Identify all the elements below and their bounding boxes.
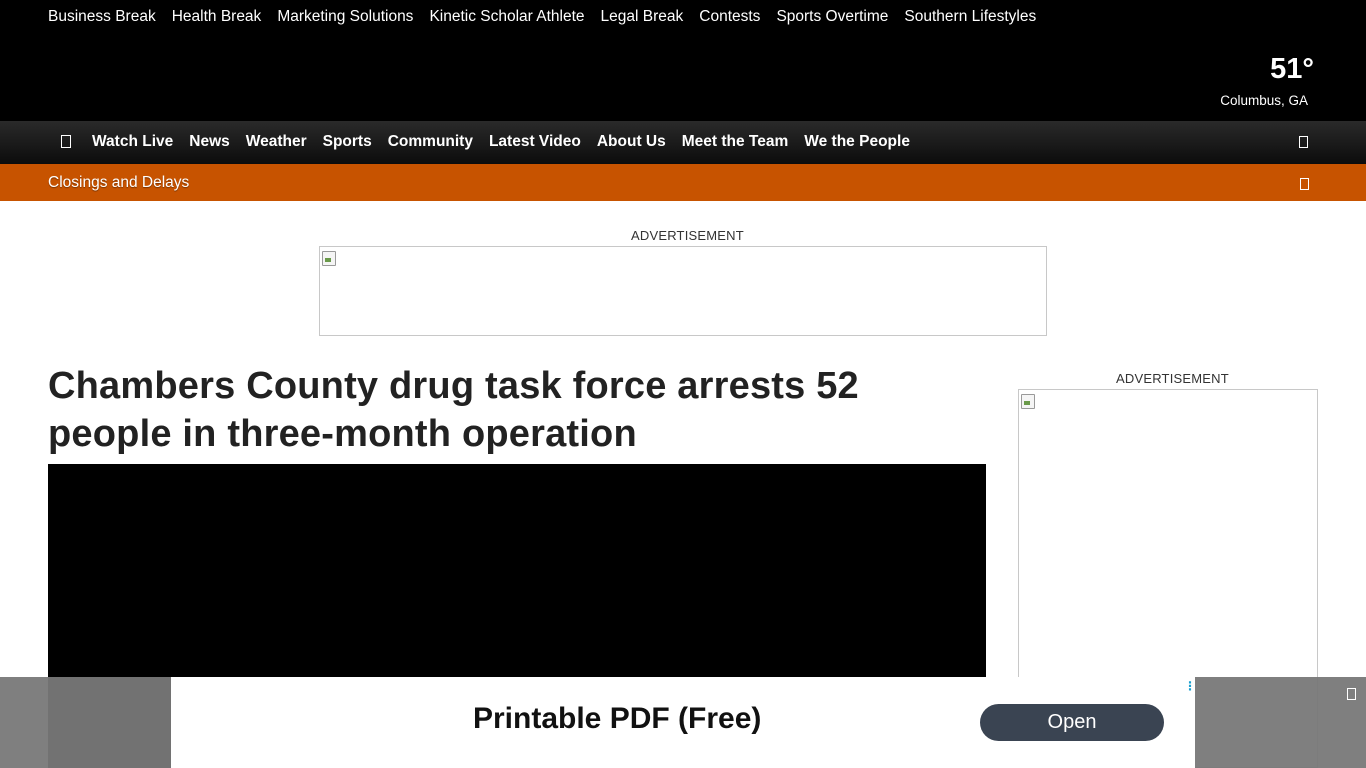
side-ad-label: ADVERTISEMENT (1116, 371, 1229, 386)
sticky-ad-title[interactable]: Printable PDF (Free) (473, 701, 761, 737)
nav-sports[interactable]: Sports (323, 132, 372, 152)
top-ad-label: ADVERTISEMENT (631, 228, 744, 243)
top-link-health-break[interactable]: Health Break (172, 7, 262, 27)
nav-weather[interactable]: Weather (246, 132, 307, 152)
search-icon[interactable] (1299, 135, 1308, 153)
top-link-sports-overtime[interactable]: Sports Overtime (776, 7, 888, 27)
nav-about-us[interactable]: About Us (597, 132, 666, 152)
top-link-legal-break[interactable]: Legal Break (601, 7, 684, 27)
nav-news[interactable]: News (189, 132, 230, 152)
weather-widget[interactable]: 51° Columbus, GA (1220, 52, 1314, 110)
top-link-marketing-solutions[interactable]: Marketing Solutions (277, 7, 413, 27)
broken-image-icon (321, 250, 337, 266)
nav-watch-live[interactable]: Watch Live (92, 132, 173, 152)
menu-icon[interactable] (61, 135, 71, 148)
top-link-southern-lifestyles[interactable]: Southern Lifestyles (904, 7, 1036, 27)
weather-temperature: 51° (1270, 53, 1314, 85)
sticky-ad[interactable]: Printable PDF (Free) Open ⋮ (171, 677, 1196, 768)
main-nav-items: Watch Live News Weather Sports Community… (92, 132, 926, 152)
article-headline: Chambers County drug task force arrests … (48, 365, 859, 455)
broken-image-icon (1020, 393, 1036, 409)
top-ad-banner[interactable] (319, 246, 1047, 336)
top-header: Business Break Health Break Marketing So… (0, 0, 1366, 121)
nav-we-the-people[interactable]: We the People (804, 132, 910, 152)
nav-meet-the-team[interactable]: Meet the Team (682, 132, 789, 152)
weather-location: Columbus, GA (1220, 93, 1308, 108)
top-links-nav: Business Break Health Break Marketing So… (48, 7, 1052, 27)
sticky-ad-open-button[interactable]: Open (980, 704, 1164, 741)
ad-options-icon[interactable]: ⋮ (1184, 679, 1196, 693)
closings-delays-bar[interactable]: Closings and Delays (0, 164, 1366, 201)
nav-community[interactable]: Community (388, 132, 473, 152)
top-link-kinetic-scholar-athlete[interactable]: Kinetic Scholar Athlete (429, 7, 584, 27)
close-icon[interactable] (1347, 687, 1356, 705)
close-icon[interactable] (1300, 177, 1309, 195)
top-link-business-break[interactable]: Business Break (48, 7, 156, 27)
top-link-contests[interactable]: Contests (699, 7, 760, 27)
main-nav: Watch Live News Weather Sports Community… (0, 121, 1366, 164)
closings-delays-label[interactable]: Closings and Delays (48, 173, 189, 193)
nav-latest-video[interactable]: Latest Video (489, 132, 581, 152)
